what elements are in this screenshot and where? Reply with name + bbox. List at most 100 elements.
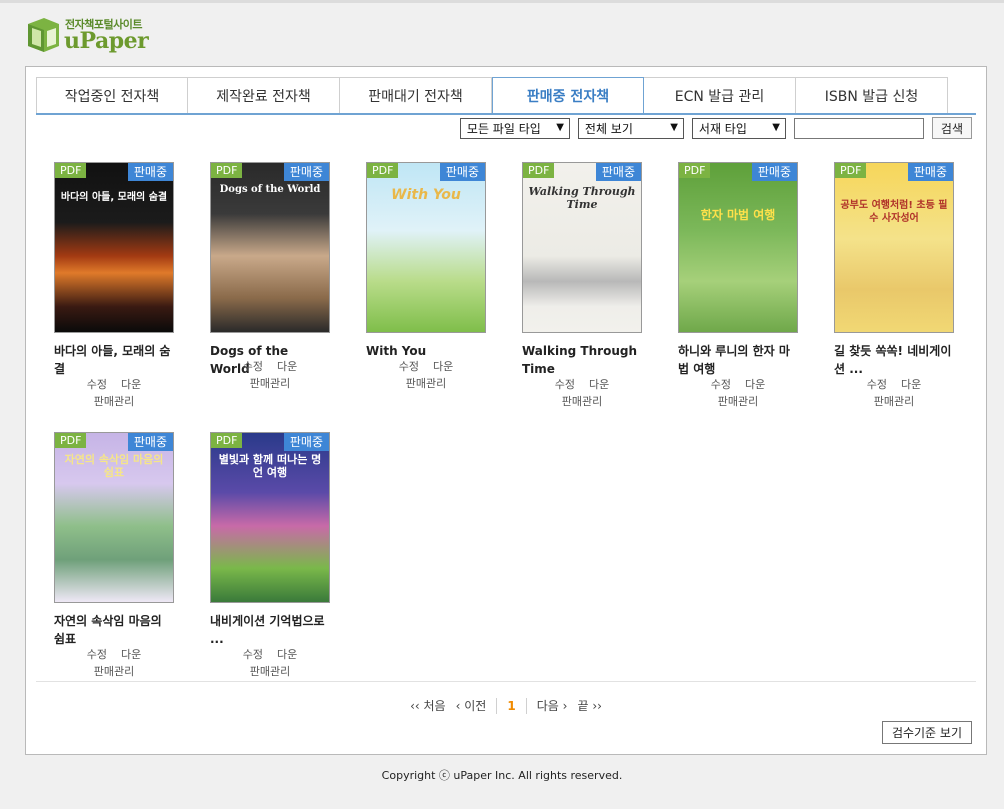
status-badge: 판매중 [595, 163, 641, 181]
chevron-right-icon: › [562, 699, 568, 713]
book-actions: 수정 다운 [678, 376, 798, 393]
book-cover[interactable]: PDF 판매중 별빛과 함께 떠나는 명언 여행 [210, 432, 330, 603]
logo[interactable]: 전자책포털사이트 uPaper [26, 12, 156, 56]
next-page-link[interactable]: 다음 › [537, 697, 568, 714]
pdf-badge: PDF [523, 163, 555, 178]
tab-ecn[interactable]: ECN 발급 관리 [644, 77, 796, 114]
double-chevron-left-icon: ‹‹ [410, 699, 420, 713]
chevron-down-icon: ▼ [556, 121, 564, 133]
sales-manage-link[interactable]: 판매관리 [718, 395, 758, 408]
book-cover[interactable]: PDF 판매중 Walking Through Time [522, 162, 642, 333]
cover-title: Dogs of the World [219, 184, 321, 195]
book-actions: 수정 다운 [54, 646, 174, 663]
tab-in-progress[interactable]: 작업중인 전자책 [36, 77, 188, 114]
download-link[interactable]: 다운 [745, 378, 765, 391]
last-page-link[interactable]: 끝 ›› [577, 697, 601, 714]
filter-bar: 모든 파일 타입 ▼ 전체 보기 ▼ 서재 타입 ▼ 검색 [459, 117, 972, 139]
search-input[interactable] [793, 117, 924, 139]
pagination: ‹‹ 처음 ‹ 이전 1 다음 › 끝 ›› [26, 697, 986, 714]
book-cover[interactable]: PDF 판매중 공부도 여행처럼! 초등 필수 사자성어 [834, 162, 954, 333]
cover-title: 바다의 아들, 모래의 숨결 [60, 192, 168, 203]
cover-title: 공부도 여행처럼! 초등 필수 사자성어 [840, 200, 948, 224]
double-chevron-right-icon: ›› [592, 699, 602, 713]
book-cover[interactable]: PDF 판매중 자연의 속삭임 마음의 쉼표 [54, 432, 174, 603]
sales-manage-link[interactable]: 판매관리 [94, 395, 134, 408]
footer-copyright: Copyright ⓒ uPaper Inc. All rights reser… [381, 769, 623, 782]
tab-bar: 작업중인 전자책 제작완료 전자책 판매대기 전자책 판매중 전자책 ECN 발… [36, 77, 948, 115]
book-manage: 판매관리 [678, 393, 798, 410]
book-title[interactable]: 길 찾듯 쏙쏙! 네비게이션 ... [834, 342, 954, 378]
book-actions: 수정 다운 [522, 376, 642, 393]
edit-link[interactable]: 수정 [711, 378, 731, 391]
download-link[interactable]: 다운 [589, 378, 609, 391]
edit-link[interactable]: 수정 [243, 648, 263, 661]
download-link[interactable]: 다운 [121, 648, 141, 661]
prev-page-link[interactable]: ‹ 이전 [456, 697, 487, 714]
book-actions: 수정 다운 [210, 646, 330, 663]
logo-name: uPaper [64, 28, 149, 54]
pager-separator [496, 697, 498, 714]
view-select[interactable]: 전체 보기 ▼ [577, 117, 684, 139]
tab-completed[interactable]: 제작완료 전자책 [188, 77, 340, 114]
book-manage: 판매관리 [834, 393, 954, 410]
pdf-badge: PDF [55, 163, 87, 178]
first-page-link[interactable]: ‹‹ 처음 [410, 697, 446, 714]
book-cover[interactable]: PDF 판매중 With You [366, 162, 486, 333]
sales-manage-link[interactable]: 판매관리 [562, 395, 602, 408]
book-cover[interactable]: PDF 판매중 바다의 아들, 모래의 숨결 [54, 162, 174, 333]
book-title[interactable]: 자연의 속삭임 마음의 쉼표 [54, 612, 174, 648]
cover-title: With You [391, 187, 461, 203]
file-type-select[interactable]: 모든 파일 타입 ▼ [459, 117, 570, 139]
review-criteria-button[interactable]: 검수기준 보기 [881, 721, 972, 744]
download-link[interactable]: 다운 [901, 378, 921, 391]
book-cover[interactable]: PDF 판매중 한자 마법 여행 [678, 162, 798, 333]
edit-link[interactable]: 수정 [87, 378, 107, 391]
chevron-left-icon: ‹ [455, 699, 461, 713]
cover-title: 한자 마법 여행 [700, 208, 776, 222]
tab-pending-sale[interactable]: 판매대기 전자책 [340, 77, 492, 114]
edit-link[interactable]: 수정 [243, 360, 263, 373]
next-label: 다음 [536, 699, 559, 713]
shelf-type-select[interactable]: 서재 타입 ▼ [691, 117, 786, 139]
book-title[interactable]: Walking Through Time [522, 342, 642, 378]
tab-on-sale[interactable]: 판매중 전자책 [492, 77, 644, 115]
cover-title: Walking Through Time [528, 185, 636, 211]
book-logo-icon [28, 18, 59, 52]
sales-manage-link[interactable]: 판매관리 [250, 665, 290, 678]
edit-link[interactable]: 수정 [867, 378, 887, 391]
sales-manage-link[interactable]: 판매관리 [874, 395, 914, 408]
sales-manage-link[interactable]: 판매관리 [406, 377, 446, 390]
last-label: 끝 [577, 699, 589, 713]
book-manage: 판매관리 [210, 375, 330, 392]
pdf-badge: PDF [211, 163, 243, 178]
book-title[interactable]: 하니와 루니의 한자 마법 여행 [678, 342, 798, 378]
edit-link[interactable]: 수정 [399, 360, 419, 373]
download-link[interactable]: 다운 [277, 648, 297, 661]
tab-isbn[interactable]: ISBN 발급 신청 [796, 77, 948, 114]
search-button[interactable]: 검색 [931, 117, 972, 139]
cover-title: 별빛과 함께 떠나는 명언 여행 [218, 453, 322, 479]
current-page[interactable]: 1 [507, 699, 515, 713]
status-badge: 판매중 [283, 433, 329, 451]
download-link[interactable]: 다운 [433, 360, 453, 373]
status-badge: 판매중 [127, 433, 173, 451]
edit-link[interactable]: 수정 [87, 648, 107, 661]
edit-link[interactable]: 수정 [555, 378, 575, 391]
pdf-badge: PDF [55, 433, 87, 448]
download-link[interactable]: 다운 [277, 360, 297, 373]
sales-manage-link[interactable]: 판매관리 [250, 377, 290, 390]
status-badge: 판매중 [751, 163, 797, 181]
view-value: 전체 보기 [584, 121, 633, 136]
book-cover[interactable]: PDF 판매중 Dogs of the World [210, 162, 330, 333]
first-label: 처음 [423, 699, 446, 713]
book-actions: 수정 다운 [54, 376, 174, 393]
book-title[interactable]: 바다의 아들, 모래의 숨결 [54, 342, 174, 378]
prev-label: 이전 [464, 699, 487, 713]
book-actions: 수정 다운 [366, 358, 486, 375]
main-panel: 작업중인 전자책 제작완료 전자책 판매대기 전자책 판매중 전자책 ECN 발… [25, 66, 987, 755]
status-badge: 판매중 [283, 163, 329, 181]
sales-manage-link[interactable]: 판매관리 [94, 665, 134, 678]
book-manage: 판매관리 [366, 375, 486, 392]
book-title[interactable]: 내비게이션 기억법으로 ... [210, 612, 330, 648]
download-link[interactable]: 다운 [121, 378, 141, 391]
